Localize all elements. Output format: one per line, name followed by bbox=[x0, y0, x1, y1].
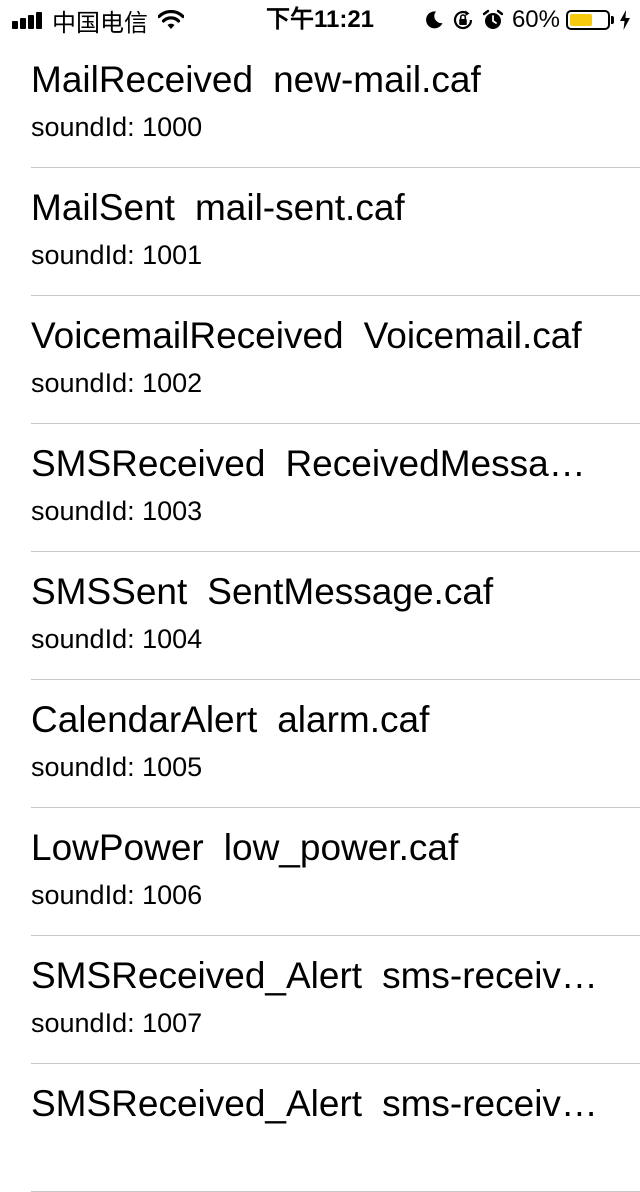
do-not-disturb-moon-icon bbox=[426, 11, 443, 29]
list-item[interactable]: CalendarAlert alarm.caf soundId: 1005 bbox=[0, 680, 640, 808]
list-item[interactable]: SMSReceived_Alert sms-receiv… bbox=[0, 1064, 640, 1192]
list-item[interactable]: SMSSent SentMessage.caf soundId: 1004 bbox=[0, 552, 640, 680]
sound-name: SMSReceived_Alert bbox=[31, 1083, 363, 1124]
sound-file: low_power.caf bbox=[223, 827, 459, 868]
status-bar: 中国电信 下午11:21 60% bbox=[0, 0, 640, 40]
sound-id-label: soundId: 1003 bbox=[31, 496, 203, 526]
sound-name: SMSReceived bbox=[31, 443, 266, 484]
sound-id-label: soundId: 1006 bbox=[31, 880, 203, 910]
sound-id-label: soundId: 1005 bbox=[31, 752, 203, 782]
sound-file: ReceivedMessag… bbox=[285, 443, 603, 484]
sound-id-label: soundId: 1001 bbox=[31, 240, 203, 270]
sound-title: MailReceived new-mail.caf bbox=[31, 58, 603, 102]
sound-file: Voicemail.caf bbox=[363, 315, 582, 356]
list-item[interactable]: SMSReceived ReceivedMessag… soundId: 1003 bbox=[0, 424, 640, 552]
sound-name: MailSent bbox=[31, 187, 175, 228]
battery-icon bbox=[566, 10, 610, 30]
list-item[interactable]: LowPower low_power.caf soundId: 1006 bbox=[0, 808, 640, 936]
rotation-lock-icon bbox=[453, 10, 473, 30]
battery-percentage: 60% bbox=[511, 6, 560, 33]
sound-title: SMSReceived_Alert sms-receiv… bbox=[31, 954, 603, 998]
sound-title: CalendarAlert alarm.caf bbox=[31, 698, 603, 742]
sound-name: SMSReceived_Alert bbox=[31, 955, 363, 996]
sound-id-label: soundId: 1004 bbox=[31, 624, 203, 654]
sound-file: new-mail.caf bbox=[273, 59, 481, 100]
sound-file: sms-receiv… bbox=[382, 1083, 598, 1124]
sound-name: VoicemailReceived bbox=[31, 315, 344, 356]
status-bar-right: 60% bbox=[416, 0, 630, 40]
sound-id-label: soundId: 1002 bbox=[31, 368, 203, 398]
sound-list: MailReceived new-mail.caf soundId: 1000 M… bbox=[0, 40, 640, 1192]
list-item[interactable]: VoicemailReceived Voicemail.caf soundId: … bbox=[0, 296, 640, 424]
alarm-clock-icon bbox=[482, 9, 504, 29]
sound-title: VoicemailReceived Voicemail.caf bbox=[31, 314, 603, 358]
sound-name: MailReceived bbox=[31, 59, 254, 100]
sound-file: sms-receiv… bbox=[382, 955, 598, 996]
list-item[interactable]: MailSent mail-sent.caf soundId: 1001 bbox=[0, 168, 640, 296]
sound-name: LowPower bbox=[31, 827, 204, 868]
sound-title: SMSSent SentMessage.caf bbox=[31, 570, 603, 614]
battery-level-fill bbox=[570, 14, 592, 26]
sound-id-label: soundId: 1000 bbox=[31, 112, 203, 142]
sound-name: SMSSent bbox=[31, 571, 188, 612]
charging-bolt-icon bbox=[620, 10, 630, 30]
sound-title: LowPower low_power.caf bbox=[31, 826, 603, 870]
sound-file: SentMessage.caf bbox=[207, 571, 494, 612]
sound-title: SMSReceived_Alert sms-receiv… bbox=[31, 1082, 603, 1126]
sound-title: SMSReceived ReceivedMessag… bbox=[31, 442, 603, 486]
sound-file: mail-sent.caf bbox=[194, 187, 405, 228]
list-item[interactable]: MailReceived new-mail.caf soundId: 1000 bbox=[0, 40, 640, 168]
battery-nub bbox=[611, 16, 614, 24]
sound-name: CalendarAlert bbox=[31, 699, 258, 740]
sound-file: alarm.caf bbox=[277, 699, 430, 740]
list-item[interactable]: SMSReceived_Alert sms-receiv… soundId: 10… bbox=[0, 936, 640, 1064]
sound-id-label: soundId: 1007 bbox=[31, 1008, 203, 1038]
sound-title: MailSent mail-sent.caf bbox=[31, 186, 603, 230]
